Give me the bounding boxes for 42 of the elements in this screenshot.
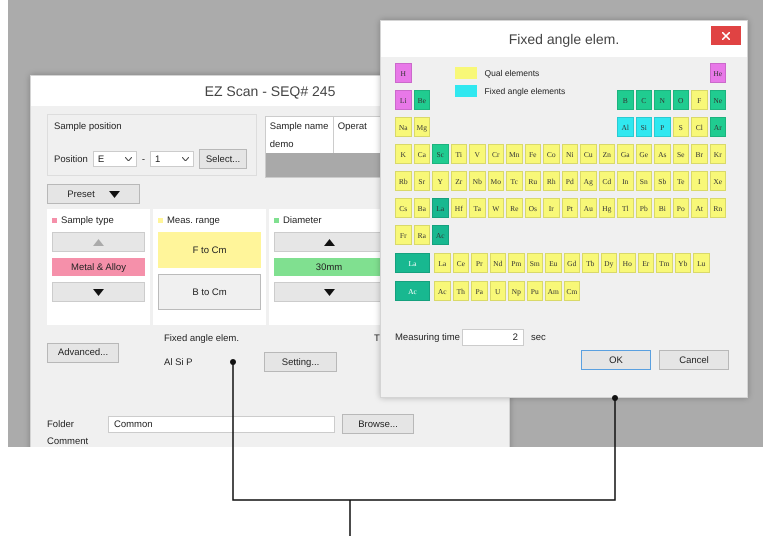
- measuring-time-label: Measuring time: [395, 332, 460, 343]
- legend-label: Fixed angle elements: [484, 86, 566, 96]
- cut-label: T: [374, 333, 380, 344]
- down-button[interactable]: [52, 282, 145, 302]
- unit-label: sec: [530, 332, 546, 343]
- position-label: Position: [54, 154, 88, 164]
- comment-label: Comment: [47, 436, 88, 447]
- panel-label: Sample type: [61, 215, 114, 226]
- folder-label: Folder: [47, 418, 75, 430]
- up-arrow-icon: [324, 238, 334, 246]
- value-display: Metal & Alloy: [52, 258, 145, 276]
- close-button[interactable]: [711, 26, 741, 45]
- range-option[interactable]: F to Cm: [158, 232, 261, 268]
- browse-button[interactable]: Browse...: [342, 414, 414, 434]
- group-label: Sample position: [54, 121, 123, 132]
- dialog-button[interactable]: Cancel: [659, 350, 729, 370]
- dialog-title: Fixed angle elem.: [508, 31, 620, 47]
- panel-label: Diameter: [283, 215, 322, 226]
- slot-dropdown[interactable]: 1: [150, 151, 194, 167]
- down-arrow-icon: [324, 288, 334, 296]
- column-header: Sample name: [266, 117, 334, 135]
- down-arrow-icon: [108, 190, 120, 198]
- up-arrow-icon: [93, 238, 104, 246]
- window-title: EZ Scan - SEQ# 245: [204, 83, 336, 99]
- chevron-down-icon: [182, 157, 189, 161]
- separator: -: [142, 154, 145, 164]
- chevron-down-icon: [124, 157, 132, 161]
- folder-field[interactable]: Common: [108, 416, 335, 432]
- panel-label: Meas. range: [167, 215, 220, 226]
- position-dropdown[interactable]: E: [92, 151, 137, 167]
- measuring-time-field[interactable]: 2: [462, 329, 524, 346]
- fixed-angle-value: Al Si P: [164, 356, 194, 368]
- dialog-button[interactable]: OK: [581, 350, 651, 370]
- setting-button[interactable]: Setting...: [264, 352, 337, 372]
- range-option[interactable]: B to Cm: [158, 274, 261, 310]
- preset-button[interactable]: Preset: [47, 184, 140, 204]
- select-button[interactable]: Select...: [198, 149, 247, 169]
- legend-label: Qual elements: [484, 68, 540, 78]
- down-arrow-icon: [93, 288, 104, 296]
- fixed-angle-label: Fixed angle elem.: [164, 333, 240, 344]
- advanced-button[interactable]: Advanced...: [47, 342, 119, 362]
- close-icon: [722, 32, 730, 40]
